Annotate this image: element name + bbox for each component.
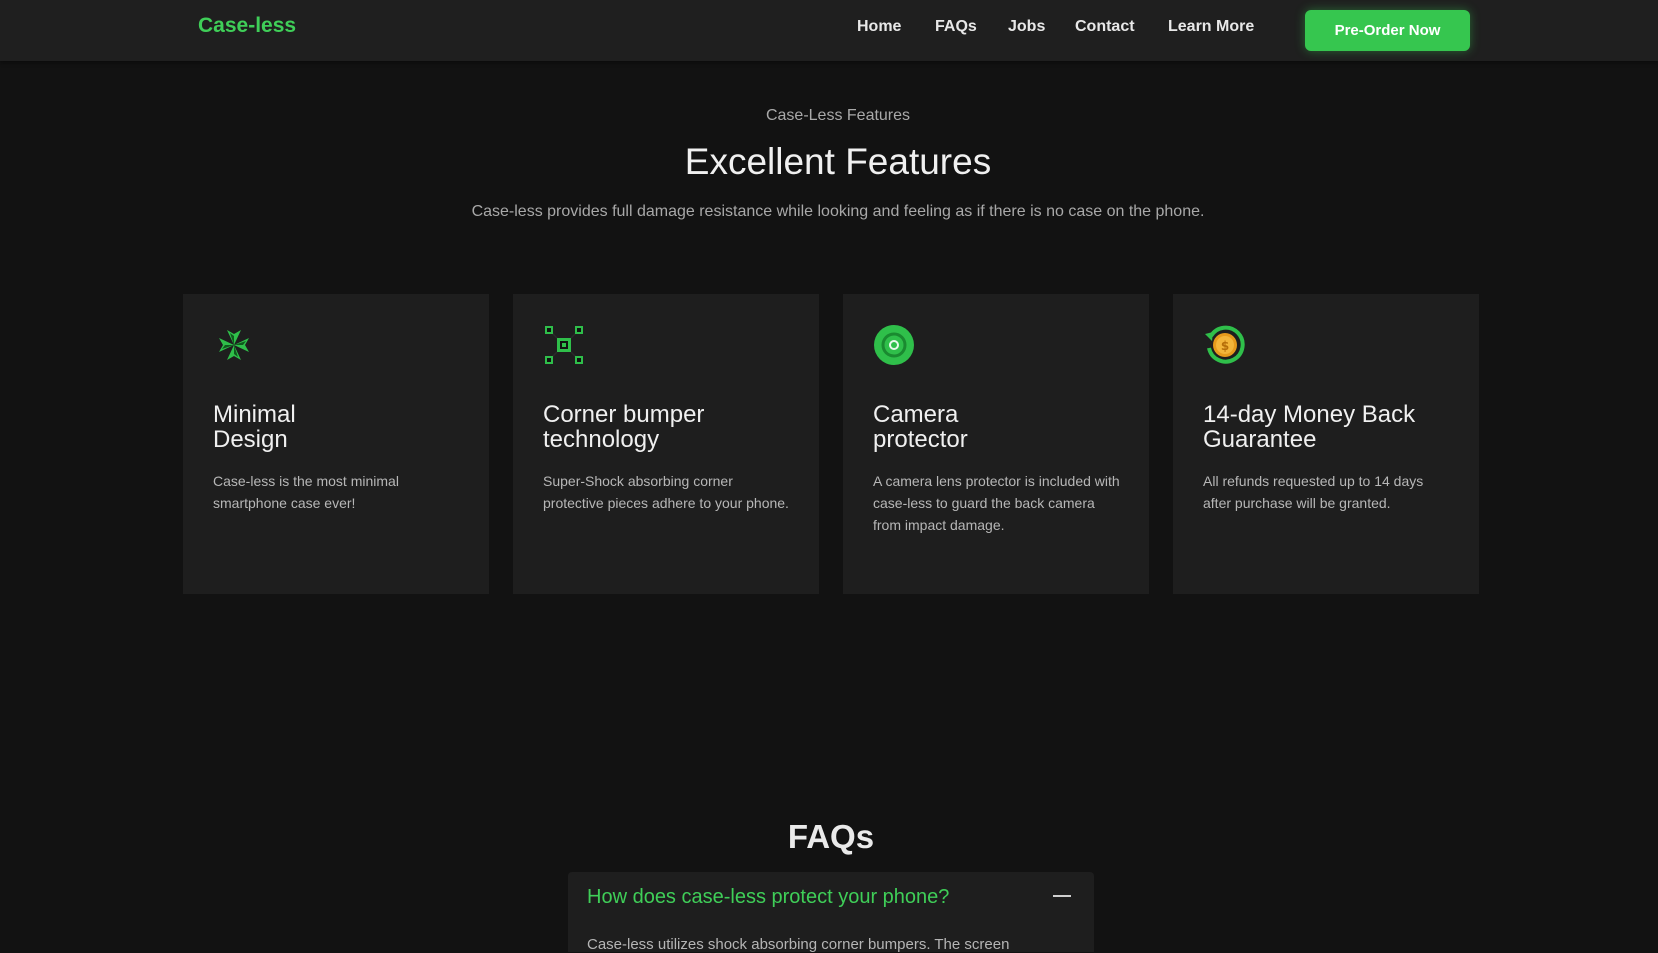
features-title: Excellent Features (684, 141, 992, 182)
feature-card-camera-protector: Camera protector A camera lens protector … (843, 294, 1149, 594)
nav-link-home[interactable]: Home (857, 18, 901, 36)
feature-card-minimal-design: Minimal Design Case-less is the most mini… (183, 294, 489, 594)
nav-link-faqs[interactable]: FAQs (935, 18, 977, 36)
brand-logo[interactable]: Case-less (198, 14, 296, 38)
feature-card-text: All refunds requested up to 14 days afte… (1203, 473, 1424, 511)
feature-card-title: Corner bumper technology (543, 401, 705, 453)
nav-link-contact[interactable]: Contact (1075, 18, 1135, 36)
feature-card-title: 14-day Money Back Guarantee (1203, 401, 1416, 453)
features-eyebrow: Case-Less Features (765, 107, 911, 124)
camera-lens-icon (874, 325, 914, 365)
svg-text:$: $ (1221, 339, 1229, 353)
feature-card-text: A camera lens protector is included with… (873, 473, 1120, 533)
circuit-icon (545, 326, 583, 364)
minimal-design-icon (219, 330, 249, 360)
collapse-minus-icon[interactable] (1053, 895, 1071, 897)
feature-card-money-back: $ 14-day Money Back Guarantee All refunds… (1173, 294, 1479, 594)
faq-item[interactable]: How does case-less protect your phone? C… (568, 872, 1094, 953)
faq-question[interactable]: How does case-less protect your phone? (587, 886, 949, 909)
feature-card-corner-bumper: Corner bumper technology Super-Shock abso… (513, 294, 819, 594)
feature-card-text: Super-Shock absorbing corner protective … (543, 473, 789, 511)
money-back-icon: $ (1205, 325, 1245, 364)
pre-order-button[interactable]: Pre-Order Now (1305, 10, 1470, 51)
features-description: Case-less provides full damage resistanc… (471, 203, 1205, 220)
feature-card-title: Minimal Design (213, 401, 296, 453)
nav-link-learn-more[interactable]: Learn More (1168, 18, 1254, 36)
feature-card-title: Camera protector (873, 401, 968, 453)
feature-card-text: Case-less is the most minimal smartphone… (213, 473, 399, 511)
faq-answer: Case-less utilizes shock absorbing corne… (587, 936, 1010, 953)
nav-link-jobs[interactable]: Jobs (1008, 18, 1045, 36)
navbar: Case-less Home FAQs Jobs Contact Learn M… (0, 0, 1658, 61)
faq-title: FAQs (787, 818, 875, 855)
